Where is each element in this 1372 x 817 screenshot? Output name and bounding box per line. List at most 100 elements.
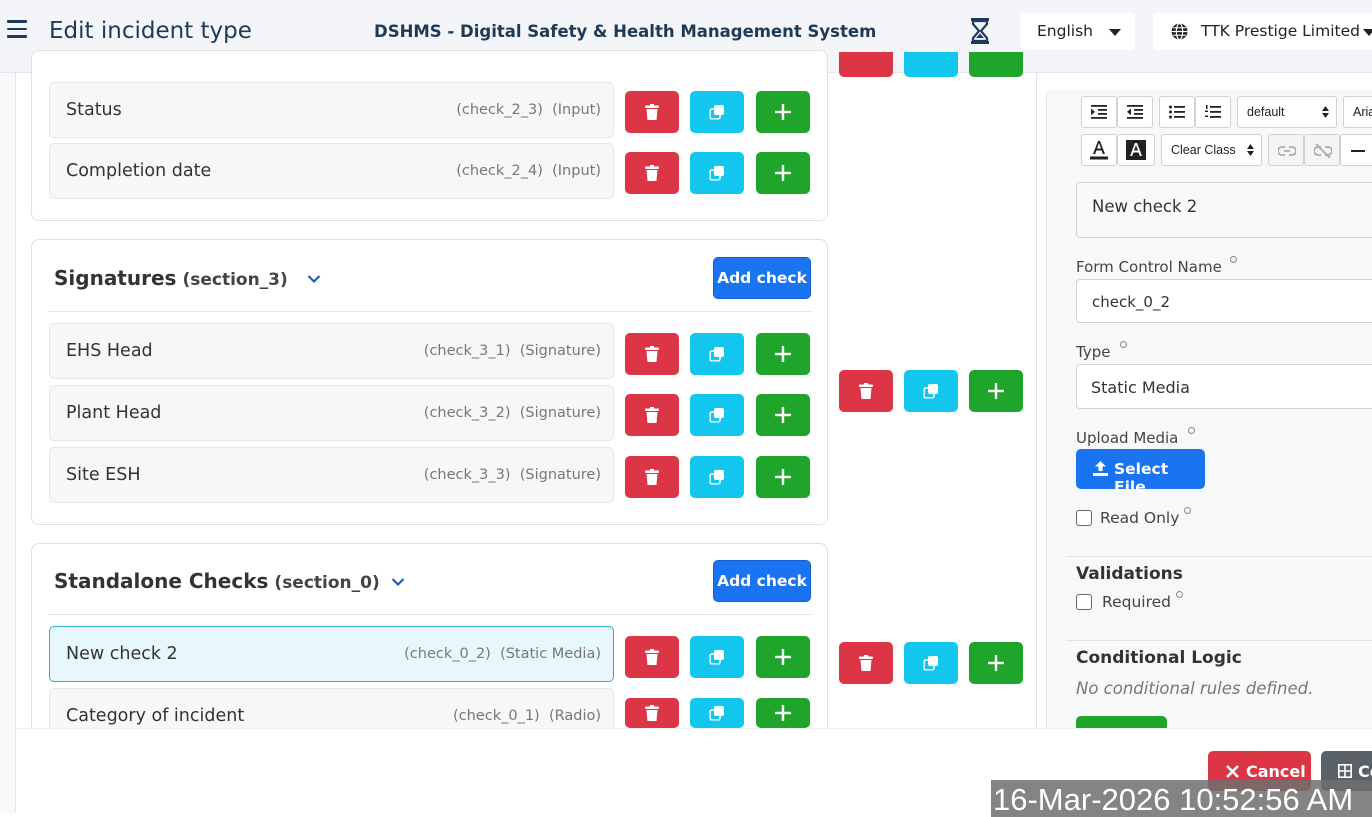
plus-icon: [775, 469, 791, 485]
select-arrows-icon: [1322, 106, 1329, 118]
check-row[interactable]: Site ESH (check_3_3) (Signature): [49, 447, 614, 503]
trash-icon: [645, 104, 659, 120]
close-icon: [1226, 765, 1239, 778]
required-label: Required: [1102, 593, 1171, 611]
app-title: DSHMS - Digital Safety & Health Manageme…: [374, 22, 877, 41]
form-control-name-input[interactable]: check_0_2: [1076, 279, 1372, 323]
numbered-list-button[interactable]: [1195, 96, 1231, 128]
copy-check-button[interactable]: [690, 152, 744, 194]
read-only-checkbox[interactable]: [1076, 510, 1092, 526]
chevron-down-icon[interactable]: [391, 577, 405, 587]
add-check-after-button[interactable]: [756, 333, 810, 375]
clear-class-select[interactable]: Clear Class: [1161, 134, 1262, 166]
delete-section-button[interactable]: [839, 52, 893, 77]
font-size-select[interactable]: default: [1237, 96, 1337, 128]
check-type: (Input): [552, 102, 601, 118]
add-section-button[interactable]: [969, 370, 1023, 412]
text-color-icon: [1090, 141, 1108, 160]
language-select[interactable]: English: [1021, 13, 1135, 50]
add-check-after-button[interactable]: [756, 152, 810, 194]
copy-check-button[interactable]: [690, 456, 744, 498]
check-id: (check_3_2): [423, 405, 511, 421]
sidebar-gutter: [0, 73, 16, 813]
plus-icon: [988, 383, 1004, 399]
section-name: Signatures: [54, 266, 177, 290]
check-row[interactable]: Completion date (check_2_4) (Input): [49, 143, 614, 199]
link-button[interactable]: [1268, 134, 1304, 166]
check-id: (check_0_1): [453, 708, 540, 724]
add-section-button[interactable]: [969, 52, 1023, 77]
type-select[interactable]: Static Media: [1076, 364, 1372, 409]
section-divider: [48, 311, 812, 312]
check-id: (check_2_4): [456, 163, 543, 179]
delete-check-button[interactable]: [625, 333, 679, 375]
delete-section-button[interactable]: [839, 370, 893, 412]
add-check-button[interactable]: Add check: [713, 257, 811, 299]
section-divider: [48, 614, 812, 615]
add-check-after-button[interactable]: [756, 91, 810, 133]
select-file-label: Select File: [1114, 460, 1169, 496]
trash-icon: [645, 407, 659, 423]
indent-button[interactable]: [1081, 96, 1117, 128]
copy-check-button[interactable]: [690, 698, 744, 728]
select-file-button[interactable]: Select File: [1076, 449, 1205, 496]
delete-check-button[interactable]: [625, 394, 679, 436]
background-color-button[interactable]: [1117, 134, 1155, 166]
copy-icon: [709, 408, 724, 423]
delete-check-button[interactable]: [625, 636, 679, 678]
copy-check-button[interactable]: [690, 91, 744, 133]
check-row[interactable]: Status (check_2_3) (Input): [49, 82, 614, 138]
copy-check-button[interactable]: [690, 333, 744, 375]
label-editor[interactable]: New check 2: [1076, 182, 1372, 238]
add-check-button[interactable]: Add check: [713, 560, 811, 602]
check-row[interactable]: EHS Head (check_3_1) (Signature): [49, 323, 614, 379]
copy-section-button[interactable]: [904, 52, 958, 77]
chevron-down-icon: [1363, 29, 1372, 36]
check-name: EHS Head: [66, 341, 153, 361]
copy-icon: [709, 166, 724, 181]
select-arrows-icon: [1247, 144, 1254, 156]
chevron-down-icon[interactable]: [307, 274, 321, 284]
check-name: New check 2: [66, 644, 178, 664]
add-check-after-button[interactable]: [756, 636, 810, 678]
bullet-list-button[interactable]: [1159, 96, 1195, 128]
delete-check-button[interactable]: [625, 91, 679, 133]
trash-icon: [645, 649, 659, 665]
trash-icon: [645, 705, 659, 721]
delete-section-button[interactable]: [839, 642, 893, 684]
info-icon: [1176, 591, 1183, 598]
required-checkbox[interactable]: [1076, 594, 1092, 610]
delete-check-button[interactable]: [625, 456, 679, 498]
conditional-logic-title: Conditional Logic: [1076, 648, 1242, 668]
check-meta: (check_2_3) (Input): [456, 102, 601, 118]
font-name-select[interactable]: Aria: [1343, 96, 1372, 128]
plus-icon: [775, 705, 791, 721]
copy-check-button[interactable]: [690, 636, 744, 678]
font-name-value: Aria: [1353, 105, 1372, 119]
check-name: Category of incident: [66, 706, 245, 726]
unlink-button[interactable]: [1304, 134, 1340, 166]
copy-section-button[interactable]: [904, 370, 958, 412]
add-check-after-button[interactable]: [756, 394, 810, 436]
hamburger-menu-icon[interactable]: [7, 20, 27, 40]
delete-check-button[interactable]: [625, 698, 679, 728]
company-select[interactable]: TTK Prestige Limited: [1153, 13, 1372, 50]
copy-section-button[interactable]: [904, 642, 958, 684]
check-type: (Input): [552, 163, 601, 179]
copy-icon: [709, 347, 724, 362]
page-title: Edit incident type: [49, 18, 252, 44]
link-icon: [1278, 146, 1296, 156]
outdent-button[interactable]: [1117, 96, 1153, 128]
add-check-after-button[interactable]: [756, 456, 810, 498]
check-name: Plant Head: [66, 403, 162, 423]
copy-icon: [709, 650, 724, 665]
copy-check-button[interactable]: [690, 394, 744, 436]
delete-check-button[interactable]: [625, 152, 679, 194]
horizontal-rule-button[interactable]: [1340, 134, 1372, 166]
check-row[interactable]: Plant Head (check_3_2) (Signature): [49, 385, 614, 441]
add-section-button[interactable]: [969, 642, 1023, 684]
add-check-after-button[interactable]: [756, 698, 810, 728]
hourglass-icon[interactable]: [970, 18, 990, 44]
text-color-button[interactable]: [1081, 134, 1117, 166]
check-row-selected[interactable]: New check 2 (check_0_2) (Static Media): [49, 626, 614, 682]
